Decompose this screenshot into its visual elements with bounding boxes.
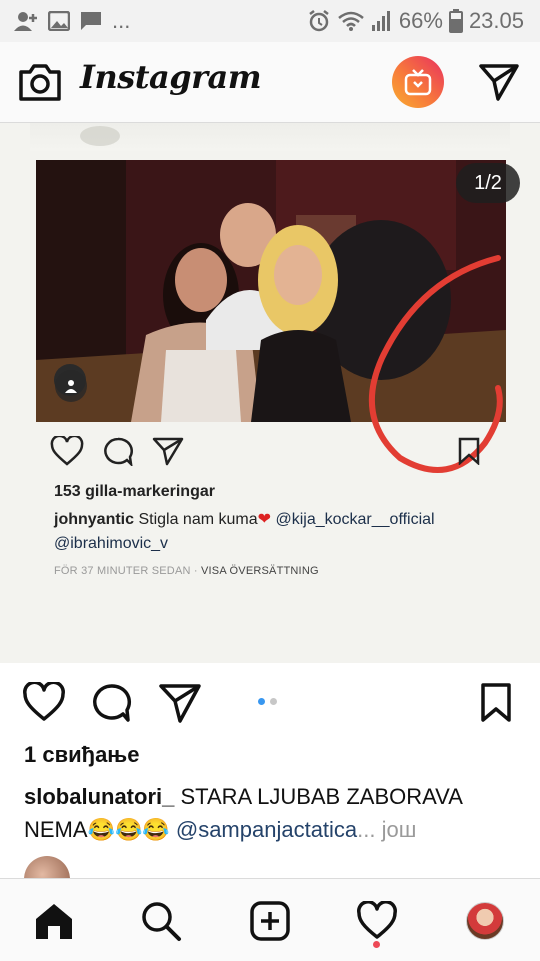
embedded-username: johnyantic — [54, 511, 135, 528]
embedded-avatar — [80, 126, 120, 146]
more-notifications-indicator: ... — [112, 8, 131, 33]
notification-dot — [373, 941, 380, 948]
embedded-likes: 153 gilla-markeringar — [54, 483, 215, 500]
carousel-indicator — [258, 698, 277, 705]
person-icon — [65, 380, 77, 393]
post-caption: slobalunatori_ STARA LJUBAB ZABORAVA NEM… — [24, 780, 514, 846]
carousel-dot — [258, 698, 265, 705]
heart-icon — [23, 680, 65, 721]
heart-icon — [50, 436, 84, 466]
share-button[interactable] — [158, 682, 202, 729]
commenter-avatar — [24, 856, 70, 878]
camera-icon — [19, 64, 61, 101]
activity-icon — [357, 901, 397, 939]
nav-new-post[interactable] — [246, 897, 294, 945]
caption-mention[interactable]: @sampanjactatica — [170, 817, 357, 842]
carousel-page-counter: 1/2 — [456, 163, 520, 203]
send-icon — [159, 684, 201, 723]
bookmark-icon — [481, 683, 511, 722]
caption-username[interactable]: slobalunatori_ — [24, 784, 174, 809]
carousel-dot — [270, 698, 277, 705]
embedded-timestamp: FÖR 37 MINUTER SEDAN · VISA ÖVERSÄTTNING — [54, 565, 494, 577]
nav-home[interactable] — [30, 897, 78, 945]
comment-icon — [104, 437, 133, 466]
embedded-post-header — [30, 123, 510, 151]
embedded-time-text: FÖR 37 MINUTER SEDAN · — [54, 565, 202, 577]
like-button[interactable] — [22, 680, 66, 727]
like-count[interactable]: 1 свиђање — [24, 742, 139, 768]
image-icon — [48, 11, 70, 31]
user-tags-button[interactable] — [55, 370, 87, 402]
profile-avatar — [466, 902, 504, 940]
red-circle-annotation — [368, 255, 503, 473]
signal-icon — [371, 11, 390, 31]
message-icon — [81, 12, 101, 30]
embedded-mention: @kija_kockar__official — [271, 511, 435, 528]
app-header: Instagram — [0, 42, 540, 123]
embedded-translate-link: VISA ÖVERSÄTTNING — [201, 565, 319, 577]
battery-percent: 66% — [398, 8, 443, 33]
add-contact-icon — [14, 12, 37, 31]
post-action-bar — [0, 672, 540, 736]
direct-messages-button[interactable] — [478, 62, 520, 102]
post-image[interactable]: 1/2 153 gilla-markeringar johnyantic Sti… — [0, 123, 540, 663]
heart-emoji: ❤ — [257, 511, 272, 528]
app-logo: Instagram — [80, 58, 262, 96]
comment-button[interactable] — [90, 682, 132, 729]
bookmark-icon — [458, 437, 480, 465]
nav-profile[interactable] — [461, 897, 509, 945]
igtv-button[interactable] — [392, 56, 444, 108]
comment-icon — [93, 684, 132, 722]
search-icon — [142, 902, 181, 941]
clock: 23.05 — [468, 8, 524, 33]
bottom-navigation — [0, 878, 540, 961]
home-icon — [36, 904, 72, 939]
nav-search[interactable] — [137, 897, 185, 945]
alarm-icon — [309, 10, 329, 32]
embedded-caption-text: Stigla nam kuma — [134, 511, 258, 528]
igtv-icon — [404, 69, 432, 96]
new-post-icon — [250, 901, 290, 941]
wifi-icon — [338, 11, 364, 31]
caption-more-link[interactable]: ... још — [357, 817, 416, 842]
camera-button[interactable] — [18, 62, 62, 102]
embedded-post-text: 153 gilla-markeringar johnyantic Stigla … — [54, 483, 494, 577]
nav-activity[interactable] — [353, 897, 401, 945]
direct-send-icon — [479, 64, 519, 101]
embedded-caption: johnyantic Stigla nam kuma❤ @kija_kockar… — [54, 508, 494, 556]
comment-preview — [24, 856, 70, 878]
send-icon — [152, 437, 184, 466]
caption-emojis: 😂😂😂 — [87, 817, 170, 842]
save-button[interactable] — [478, 682, 514, 729]
battery-icon — [448, 9, 463, 33]
status-bar: ... 66% 23.05 — [0, 0, 540, 42]
embedded-actions — [50, 436, 184, 466]
embedded-mention: @ibrahimovic_v — [54, 535, 169, 552]
